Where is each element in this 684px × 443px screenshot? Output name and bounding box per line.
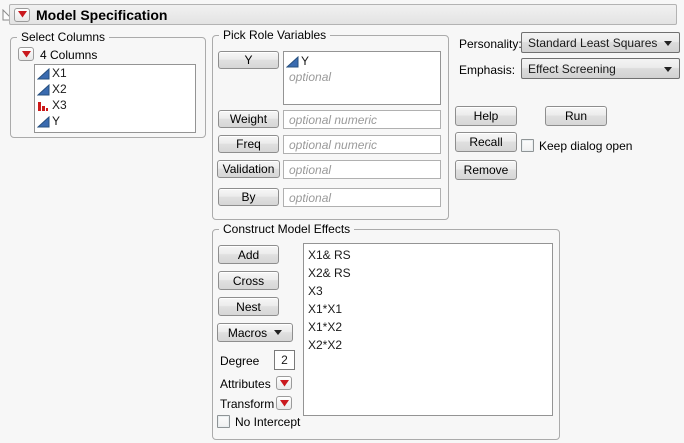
by-placeholder: optional [289, 190, 332, 205]
construct-model-effects-panel: Construct Model Effects Add Cross Nest M… [212, 222, 560, 440]
select-columns-panel: Select Columns 4 Columns X1 X2 X3 Y [10, 30, 206, 138]
personality-select[interactable]: Standard Least Squares [521, 32, 680, 53]
columns-count-label: 4 Columns [40, 48, 98, 62]
y-role-button[interactable]: Y [218, 51, 279, 69]
list-item[interactable]: Y [35, 113, 195, 129]
list-item[interactable]: X2*X2 [304, 336, 552, 354]
list-item[interactable]: X3 [35, 97, 195, 113]
effects-listbox[interactable]: X1& RS X2& RS X3 X1*X1 X1*X2 X2*X2 [303, 243, 553, 416]
y-optional-hint: optional [289, 70, 332, 84]
freq-role-field[interactable]: optional numeric [283, 135, 441, 154]
freq-placeholder: optional numeric [289, 137, 378, 152]
pick-role-variables-panel: Pick Role Variables Y Y optional Weight … [212, 28, 449, 220]
list-item[interactable]: X1 [35, 65, 195, 81]
add-effect-button[interactable]: Add [218, 245, 279, 264]
macros-button-label: Macros [227, 325, 268, 340]
weight-role-button[interactable]: Weight [218, 110, 279, 128]
transform-red-triangle-menu-icon[interactable] [276, 396, 292, 410]
weight-role-field[interactable]: optional numeric [283, 110, 441, 129]
list-item[interactable]: X1& RS [304, 246, 552, 264]
outline-header: Model Specification [9, 4, 677, 25]
column-label: X3 [52, 98, 67, 112]
help-button[interactable]: Help [455, 106, 517, 126]
list-item[interactable]: Y [284, 53, 440, 69]
no-intercept-label: No Intercept [235, 415, 301, 429]
validation-placeholder: optional [289, 162, 332, 177]
column-label: Y [52, 114, 61, 128]
remove-button[interactable]: Remove [455, 160, 517, 180]
degree-input[interactable]: 2 [274, 350, 295, 370]
transform-label: Transform [220, 397, 275, 411]
attributes-label: Attributes [220, 377, 271, 391]
list-item[interactable]: X3 [304, 282, 552, 300]
chevron-down-icon [274, 330, 283, 335]
run-button[interactable]: Run [545, 106, 607, 126]
continuous-icon [286, 55, 300, 68]
column-label: X2 [52, 82, 67, 96]
personality-label: Personality: [459, 37, 522, 51]
continuous-icon [37, 83, 51, 96]
list-item[interactable]: X2& RS [304, 264, 552, 282]
chevron-down-icon [664, 40, 672, 46]
columns-red-triangle-menu-icon[interactable] [18, 47, 34, 61]
page-title: Model Specification [36, 6, 168, 23]
by-role-field[interactable]: optional [283, 188, 441, 207]
nest-effect-button[interactable]: Nest [218, 297, 279, 316]
macros-menu-button[interactable]: Macros [217, 323, 293, 342]
degree-label: Degree [220, 354, 260, 368]
continuous-icon [37, 115, 51, 128]
by-role-button[interactable]: By [218, 188, 279, 206]
continuous-icon [37, 67, 51, 80]
weight-placeholder: optional numeric [289, 112, 378, 127]
no-intercept-checkbox[interactable] [217, 415, 230, 428]
keep-dialog-open-label: Keep dialog open [539, 139, 633, 153]
recall-button[interactable]: Recall [455, 132, 517, 152]
chevron-down-icon [664, 66, 672, 72]
columns-listbox[interactable]: X1 X2 X3 Y [34, 64, 196, 133]
red-triangle-menu-icon[interactable] [14, 7, 30, 22]
select-columns-legend: Select Columns [17, 30, 110, 44]
emphasis-label: Emphasis: [459, 63, 516, 77]
validation-role-field[interactable]: optional [283, 160, 441, 179]
attributes-red-triangle-menu-icon[interactable] [276, 376, 292, 390]
pick-roles-legend: Pick Role Variables [219, 28, 331, 42]
list-item[interactable]: X1*X2 [304, 318, 552, 336]
list-item[interactable]: X2 [35, 81, 195, 97]
emphasis-select[interactable]: Effect Screening [521, 58, 680, 79]
validation-role-button[interactable]: Validation [217, 160, 280, 178]
freq-role-button[interactable]: Freq [218, 135, 279, 153]
keep-dialog-open-checkbox[interactable] [521, 139, 534, 152]
cross-effect-button[interactable]: Cross [218, 271, 279, 290]
y-role-listbox[interactable]: Y optional [283, 51, 441, 105]
personality-value: Standard Least Squares [528, 35, 658, 50]
emphasis-value: Effect Screening [528, 61, 616, 76]
list-item[interactable]: X1*X1 [304, 300, 552, 318]
column-label: X1 [52, 66, 67, 80]
nominal-icon [37, 99, 51, 112]
model-effects-legend: Construct Model Effects [219, 222, 355, 236]
role-item-label: Y [301, 54, 310, 68]
